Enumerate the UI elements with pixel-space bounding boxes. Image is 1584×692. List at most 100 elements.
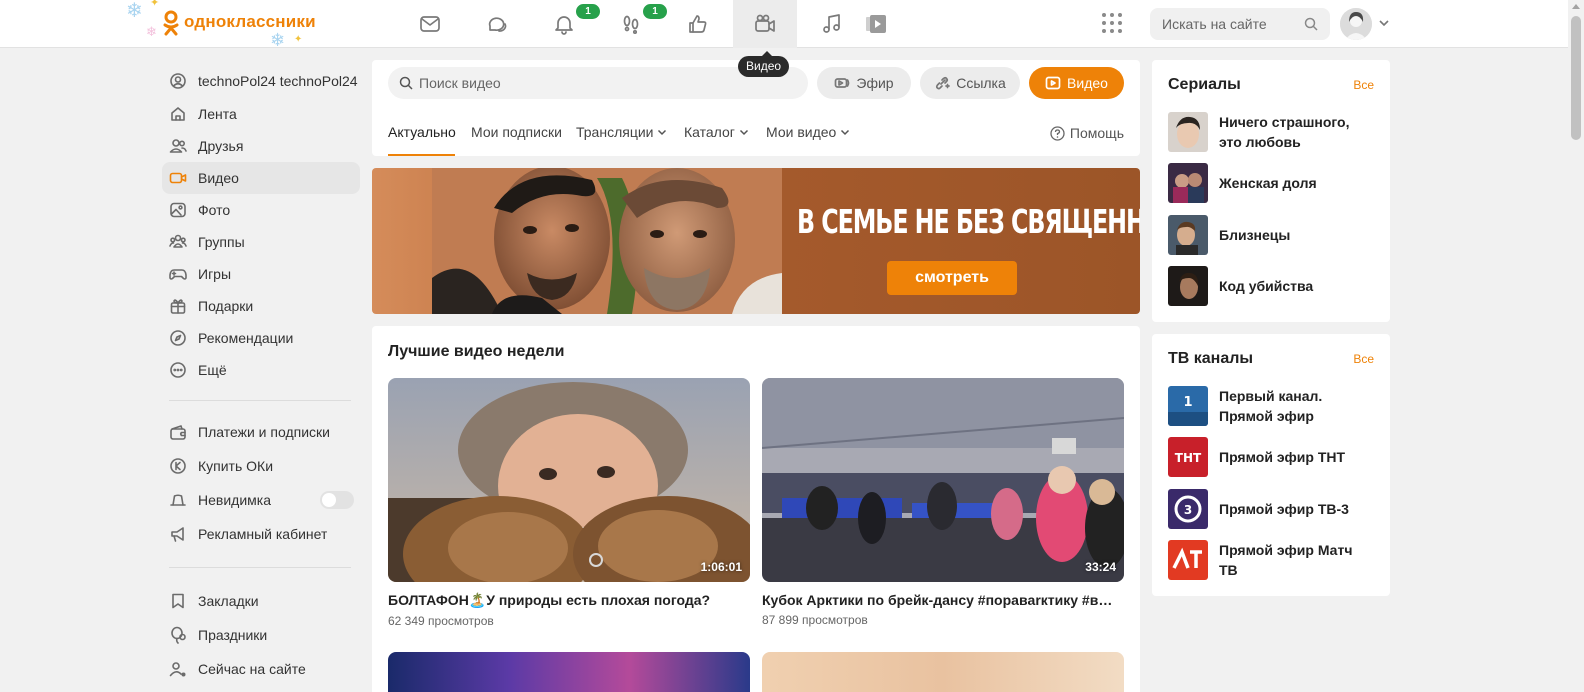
thumbs-up-icon: [689, 15, 707, 33]
ok-logo-icon: [163, 10, 179, 36]
gift-icon: [169, 297, 187, 315]
tab-my-subscriptions[interactable]: Мои подписки: [471, 124, 562, 140]
series-item[interactable]: Код убийства: [1168, 266, 1374, 306]
video-views: 87 899 просмотров: [762, 613, 868, 627]
sidebar-item-photo[interactable]: Фото: [162, 194, 360, 226]
sidebar-item-label: Купить ОКи: [198, 458, 274, 474]
sidebar-item-label: Рекламный кабинет: [198, 526, 328, 542]
chevron-down-icon[interactable]: [1378, 18, 1390, 28]
guests-button[interactable]: 1: [599, 0, 667, 48]
hat-icon: [169, 491, 187, 509]
user-icon: [169, 72, 187, 90]
avatar[interactable]: [1340, 8, 1372, 40]
wallet-icon: [169, 423, 187, 441]
tv-title: ТВ каналы: [1168, 350, 1254, 367]
tab-catalog[interactable]: Каталог: [684, 124, 749, 140]
sidebar-item-holidays[interactable]: Праздники: [162, 618, 360, 652]
tv-channel-item[interactable]: 1 Первый канал. Прямой эфир: [1168, 386, 1374, 426]
logo-text: одноклассники: [184, 12, 316, 31]
page-scrollbar[interactable]: [1568, 0, 1584, 692]
tab-actual[interactable]: Актуально: [388, 124, 456, 140]
sidebar-item-label: Сейчас на сайте: [198, 661, 306, 677]
tv-channel-item[interactable]: Прямой эфир Матч ТВ: [1168, 540, 1374, 580]
video-card[interactable]: 1:06:01 БОЛТАФОН🏝️У природы есть плохая …: [388, 378, 750, 628]
sidebar-item-more[interactable]: Ещё: [162, 354, 360, 386]
guests-badge: 1: [643, 4, 667, 19]
invisible-mode-toggle[interactable]: [320, 491, 354, 509]
notifications-badge: 1: [576, 4, 600, 19]
sidebar-item-recommendations[interactable]: Рекомендации: [162, 322, 360, 354]
channel-logo: 3: [1168, 489, 1208, 529]
sidebar-item-feed[interactable]: Лента: [162, 98, 360, 130]
svg-text:3: 3: [1184, 503, 1192, 517]
live-button[interactable]: Эфир: [817, 67, 911, 99]
video-views: 62 349 просмотров: [388, 614, 494, 628]
sidebar-item-buy-ok[interactable]: Купить ОКи: [162, 449, 360, 483]
promo-banner[interactable]: В СЕМЬЕ НЕ БЕЗ СВЯЩЕННИКА смотреть: [372, 168, 1140, 314]
sidebar-item-gifts[interactable]: Подарки: [162, 290, 360, 322]
home-icon: [169, 105, 187, 123]
tv-all-link[interactable]: Все: [1353, 352, 1374, 366]
sidebar-item-video[interactable]: Видео: [162, 162, 360, 194]
play-icon: [866, 15, 886, 33]
video-duration: 1:06:01: [700, 560, 742, 574]
scrollbar-thumb[interactable]: [1571, 16, 1581, 140]
video-thumbnail[interactable]: [762, 652, 1124, 692]
series-item[interactable]: Ничего страшного, это любовь: [1168, 112, 1374, 152]
link-button-label: Ссылка: [956, 75, 1006, 91]
sidebar-item-label: Ещё: [198, 362, 227, 378]
video-title[interactable]: БОЛТАФОН🏝️У природы есть плохая погода?: [388, 592, 750, 609]
link-button[interactable]: Ссылка: [920, 67, 1020, 99]
messages-button[interactable]: [398, 0, 462, 48]
games-video-button[interactable]: [844, 0, 908, 48]
tab-label: Актуально: [388, 124, 456, 140]
sidebar-item-invisible[interactable]: Невидимка: [162, 483, 360, 517]
sidebar-item-online-now[interactable]: Сейчас на сайте: [162, 652, 360, 686]
series-all-link[interactable]: Все: [1353, 78, 1374, 92]
site-search-input[interactable]: Искать на сайте: [1150, 8, 1330, 40]
notifications-button[interactable]: 1: [532, 0, 600, 48]
online-users-icon: [169, 660, 187, 678]
help-icon: [1050, 125, 1065, 141]
sidebar-item-groups[interactable]: Группы: [162, 226, 360, 258]
tv-channels-widget: ТВ каналы Все 1 Первый канал. Прямой эфи…: [1152, 334, 1390, 596]
apps-grid-icon[interactable]: [1102, 13, 1124, 35]
tab-broadcasts[interactable]: Трансляции: [576, 124, 667, 140]
tab-label: Мои видео: [766, 124, 837, 140]
tab-my-videos[interactable]: Мои видео: [766, 124, 850, 140]
video-thumbnail[interactable]: [388, 652, 750, 692]
video-title[interactable]: Кубок Арктики по брейк-дансу #поравarкти…: [762, 592, 1124, 608]
tv-channel-item[interactable]: ТНТ Прямой эфир ТНТ: [1168, 437, 1374, 477]
sidebar-item-ads-cabinet[interactable]: Рекламный кабинет: [162, 517, 360, 551]
video-card[interactable]: 33:24 Кубок Арктики по брейк-дансу #пора…: [762, 378, 1124, 627]
series-thumbnail: [1168, 163, 1208, 203]
series-name: Код убийства: [1219, 278, 1314, 294]
help-link[interactable]: Помощь: [1050, 125, 1124, 141]
megaphone-icon: [169, 525, 187, 543]
video-card[interactable]: [762, 652, 1124, 692]
series-item[interactable]: Женская доля: [1168, 163, 1374, 203]
live-button-label: Эфир: [856, 75, 894, 91]
video-nav-button[interactable]: [733, 0, 797, 48]
scroll-up-arrow-icon[interactable]: [1572, 4, 1580, 9]
sidebar-item-friends[interactable]: Друзья: [162, 130, 360, 162]
discussions-button[interactable]: [465, 0, 529, 48]
reactions-button[interactable]: [666, 0, 730, 48]
series-item[interactable]: Близнецы: [1168, 215, 1374, 255]
video-thumbnail[interactable]: 1:06:01: [388, 378, 750, 582]
sidebar-item-label: Праздники: [198, 627, 268, 643]
sidebar-item-payments[interactable]: Платежи и подписки: [162, 415, 360, 449]
sidebar-item-label: Фото: [198, 202, 231, 218]
sidebar-divider: [169, 567, 351, 568]
site-logo[interactable]: ❄ ❄ ❄ ✦ ✦ одноклассники: [124, 0, 320, 50]
sidebar-item-games[interactable]: Игры: [162, 258, 360, 290]
sidebar-item-label: Подарки: [198, 298, 254, 314]
video-thumbnail[interactable]: 33:24: [762, 378, 1124, 582]
sidebar-item-profile[interactable]: technoPol24 technoPol24: [162, 64, 360, 98]
video-card[interactable]: [388, 652, 750, 692]
sidebar-item-bookmarks[interactable]: Закладки: [162, 584, 360, 618]
live-broadcast-icon: [835, 78, 850, 88]
upload-video-button[interactable]: Видео: [1029, 67, 1124, 99]
banner-watch-button[interactable]: смотреть: [887, 261, 1017, 295]
tv-channel-item[interactable]: 3 Прямой эфир ТВ-3: [1168, 489, 1374, 529]
